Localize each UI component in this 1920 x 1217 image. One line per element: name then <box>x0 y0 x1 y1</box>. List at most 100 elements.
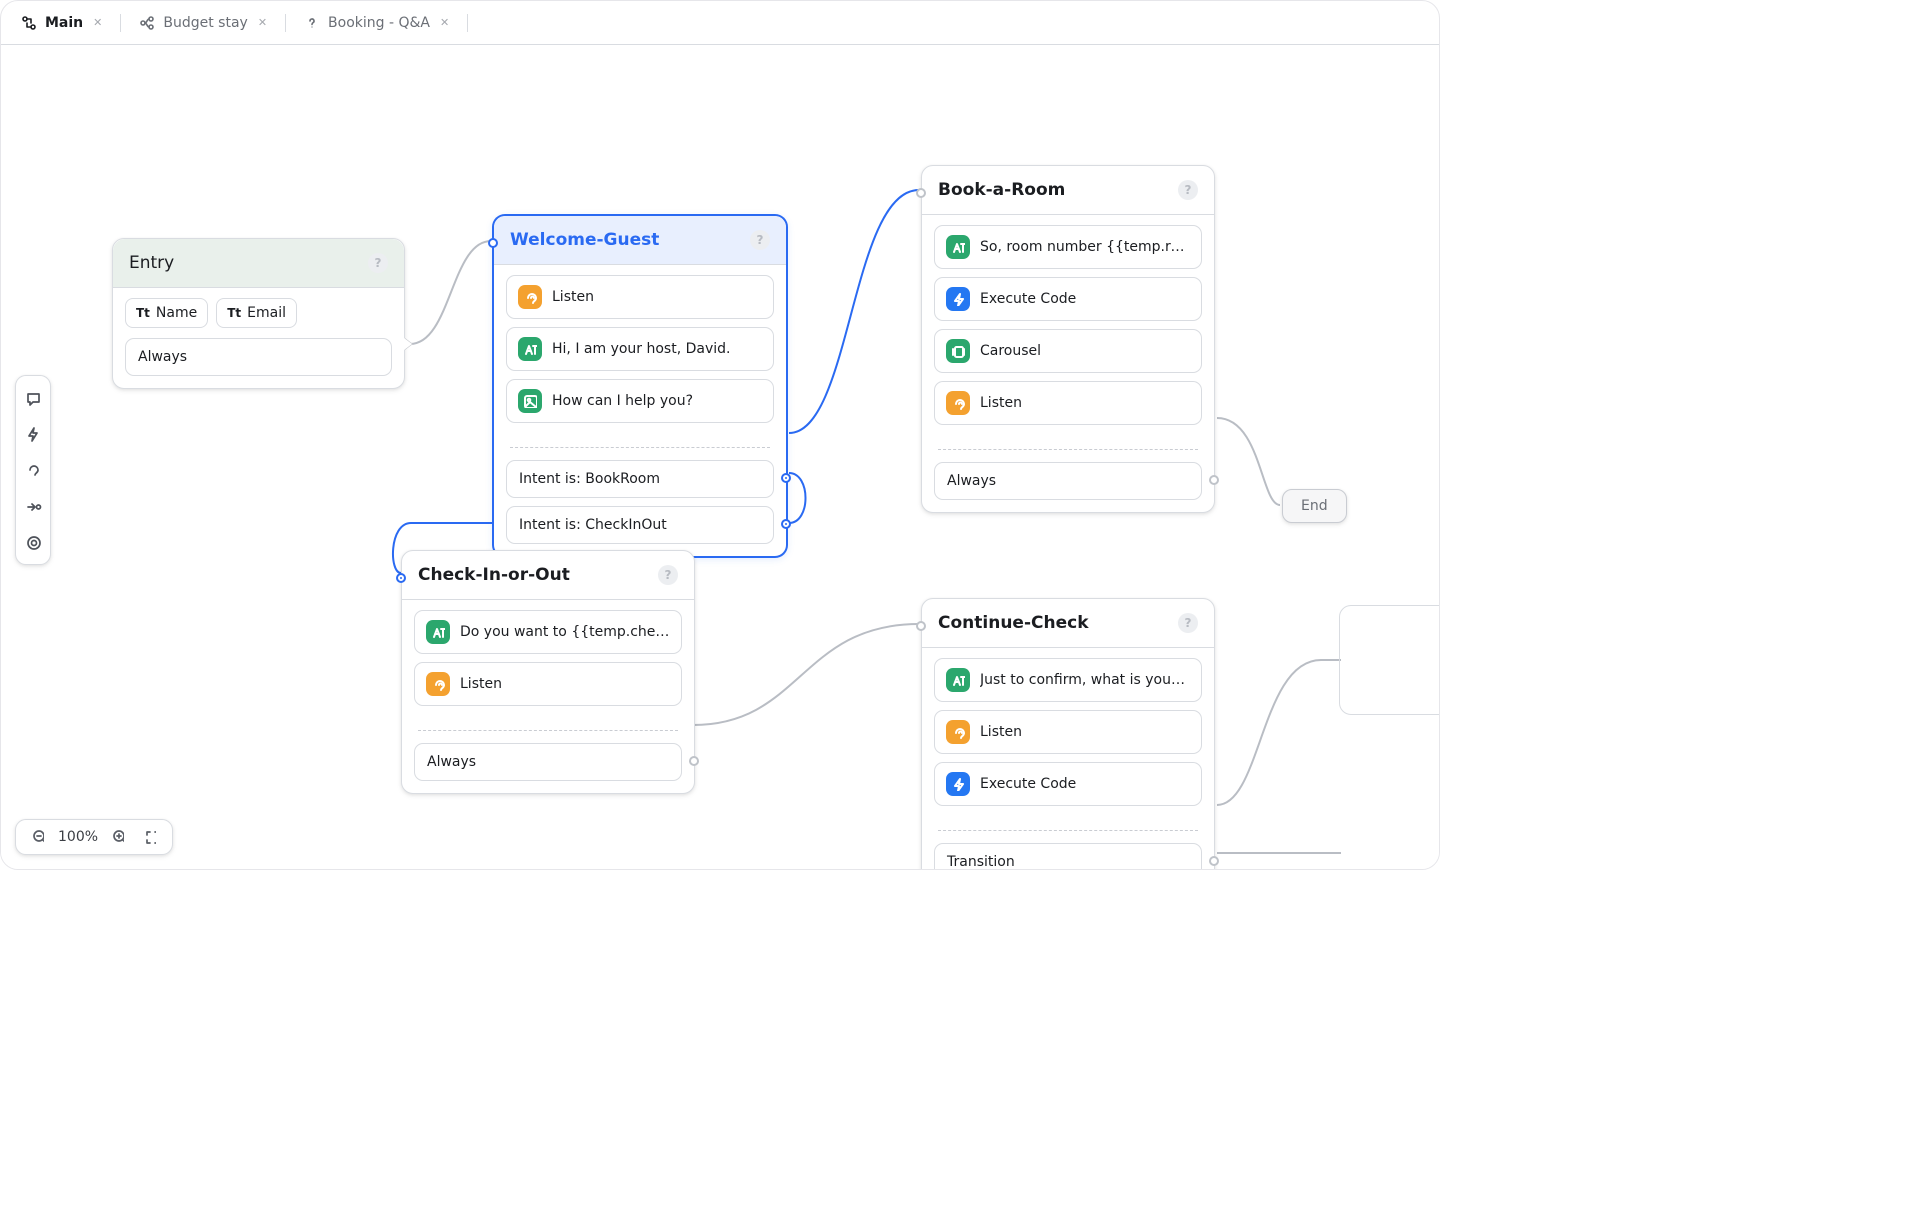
transition-row[interactable]: Intent is: CheckInOut <box>506 506 774 544</box>
section-divider <box>510 447 770 448</box>
card-text[interactable]: So, room number {{temp.roomNu... <box>934 225 1202 269</box>
output-port[interactable] <box>1209 856 1219 866</box>
end-label: End <box>1301 498 1328 514</box>
tab-label: Booking - Q&A <box>328 15 430 31</box>
node-entry[interactable]: Entry ? Tt Name Tt Email Always <box>112 238 405 389</box>
chip-label: Name <box>156 305 197 321</box>
output-port[interactable] <box>781 473 791 483</box>
variable-chip[interactable]: Tt Name <box>125 298 208 328</box>
text-icon <box>518 337 542 361</box>
card-text[interactable]: Do you want to {{temp.checkIn}}? <box>414 610 682 654</box>
target-icon <box>25 534 42 551</box>
end-node[interactable]: End <box>1282 489 1347 523</box>
transition-row[interactable]: Always <box>934 462 1202 500</box>
tab-separator <box>285 14 286 32</box>
question-icon <box>304 15 320 31</box>
tab-separator <box>120 14 121 32</box>
help-icon[interactable]: ? <box>658 565 678 585</box>
ear-icon <box>946 391 970 415</box>
lightning-icon <box>946 287 970 311</box>
transition-button[interactable] <box>17 490 49 522</box>
section-divider <box>938 830 1198 831</box>
card-image[interactable]: How can I help you? <box>506 379 774 423</box>
card-label: Execute Code <box>980 776 1076 792</box>
app-frame: Main ✕ Budget stay ✕ Booking - Q&A ✕ Ent… <box>0 0 1440 870</box>
input-port[interactable] <box>488 238 498 248</box>
output-port[interactable] <box>405 338 413 350</box>
flow-canvas[interactable]: Entry ? Tt Name Tt Email Always Welcome-Gu… <box>1 45 1439 869</box>
transition-label: Intent is: CheckInOut <box>519 517 667 533</box>
ear-icon <box>25 462 42 479</box>
lightning-icon <box>946 772 970 796</box>
transition-row[interactable]: Transition <box>934 843 1202 870</box>
node-title: Entry <box>129 253 174 273</box>
help-icon[interactable]: ? <box>368 253 388 273</box>
fit-view-button[interactable] <box>138 825 162 849</box>
node-title: Welcome-Guest <box>510 230 659 250</box>
transition-row[interactable]: Always <box>414 743 682 781</box>
card-label: Hi, I am your host, David. <box>552 341 731 357</box>
text-icon <box>426 620 450 644</box>
help-icon[interactable]: ? <box>1178 180 1198 200</box>
transition-label: Intent is: BookRoom <box>519 471 660 487</box>
help-icon[interactable]: ? <box>1178 613 1198 633</box>
card-listen[interactable]: Listen <box>506 275 774 319</box>
image-icon <box>518 389 542 413</box>
tab-main[interactable]: Main ✕ <box>13 9 110 37</box>
text-type-icon: Tt <box>227 306 241 320</box>
variable-chip[interactable]: Tt Email <box>216 298 297 328</box>
arrow-to-circle-icon <box>25 498 42 515</box>
tab-booking-qna[interactable]: Booking - Q&A ✕ <box>296 9 457 37</box>
card-text[interactable]: Just to confirm, what is your last... <box>934 658 1202 702</box>
node-title: Check-In-or-Out <box>418 565 570 585</box>
transition-label: Transition <box>947 854 1015 870</box>
target-button[interactable] <box>17 526 49 558</box>
help-icon[interactable]: ? <box>750 230 770 250</box>
input-port[interactable] <box>916 621 926 631</box>
input-port[interactable] <box>916 188 926 198</box>
tab-budget-stay[interactable]: Budget stay ✕ <box>131 9 275 37</box>
card-label: So, room number {{temp.roomNu... <box>980 239 1190 255</box>
node-book-a-room[interactable]: Book-a-Room ? So, room number {{temp.roo… <box>921 165 1215 513</box>
node-check-in-or-out[interactable]: Check-In-or-Out ? Do you want to {{temp.… <box>401 550 695 794</box>
card-text[interactable]: Hi, I am your host, David. <box>506 327 774 371</box>
tab-separator <box>467 14 468 32</box>
node-continue-check[interactable]: Continue-Check ? Just to confirm, what i… <box>921 598 1215 870</box>
card-carousel[interactable]: Carousel <box>934 329 1202 373</box>
actions-button[interactable] <box>17 418 49 450</box>
ear-icon <box>518 285 542 309</box>
output-port[interactable] <box>781 519 791 529</box>
card-code[interactable]: Execute Code <box>934 277 1202 321</box>
zoom-in-button[interactable] <box>106 825 130 849</box>
close-icon[interactable]: ✕ <box>93 16 102 29</box>
zoom-in-icon <box>112 829 124 845</box>
transition-row[interactable]: Intent is: BookRoom <box>506 460 774 498</box>
input-port[interactable] <box>396 573 406 583</box>
close-icon[interactable]: ✕ <box>258 16 267 29</box>
tab-label: Main <box>45 15 83 31</box>
close-icon[interactable]: ✕ <box>440 16 449 29</box>
output-port[interactable] <box>1209 475 1219 485</box>
carousel-icon <box>946 339 970 363</box>
card-listen[interactable]: Listen <box>934 381 1202 425</box>
chip-label: Email <box>247 305 286 321</box>
zoom-control: 100% <box>15 819 173 855</box>
tab-label: Budget stay <box>163 15 247 31</box>
card-label: Just to confirm, what is your last... <box>980 672 1190 688</box>
comment-icon <box>25 390 42 407</box>
node-title: Continue-Check <box>938 613 1089 633</box>
transition-label: Always <box>947 473 996 489</box>
text-type-icon: Tt <box>136 306 150 320</box>
card-label: Do you want to {{temp.checkIn}}? <box>460 624 670 640</box>
node-welcome-guest[interactable]: Welcome-Guest ? Listen Hi, I am your hos… <box>493 215 787 557</box>
card-code[interactable]: Execute Code <box>934 762 1202 806</box>
card-label: Carousel <box>980 343 1041 359</box>
card-listen[interactable]: Listen <box>414 662 682 706</box>
comments-button[interactable] <box>17 382 49 414</box>
output-port[interactable] <box>689 756 699 766</box>
card-label: Listen <box>980 724 1022 740</box>
transition-row[interactable]: Always <box>125 338 392 376</box>
zoom-out-button[interactable] <box>26 825 50 849</box>
card-listen[interactable]: Listen <box>934 710 1202 754</box>
listen-button[interactable] <box>17 454 49 486</box>
